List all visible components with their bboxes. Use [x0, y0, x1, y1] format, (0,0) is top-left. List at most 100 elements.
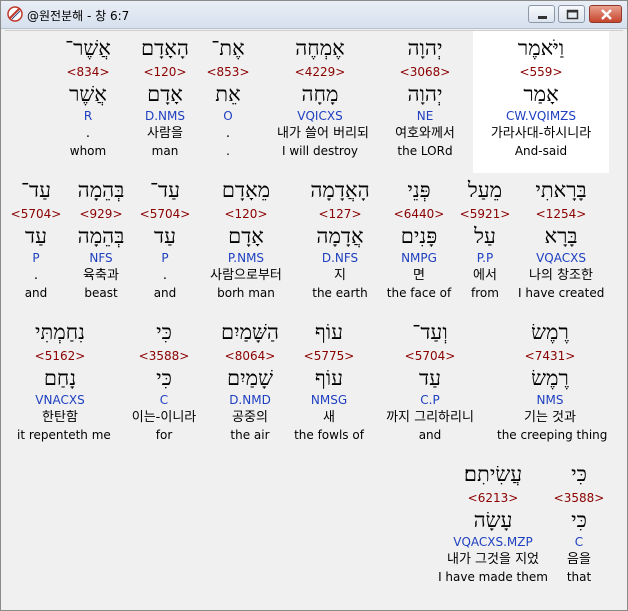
app-window: @원전분해 - 창 6:7 אֲשֶׁר־ <834> אֲשֶׁר R . w… — [0, 0, 628, 611]
parsing-code: C.P — [420, 393, 440, 407]
hebrew-word: וַיֹּאמֶר — [517, 36, 565, 60]
close-button[interactable] — [589, 5, 622, 23]
korean-gloss: 공중의 — [232, 410, 268, 425]
lexical-form: עָשָׂה — [473, 508, 513, 532]
english-gloss: borh man — [217, 286, 275, 300]
word-cell[interactable]: כִּי <3588> כִּי C 음을 that — [549, 459, 609, 585]
parsing-code: D.NFS — [321, 251, 359, 265]
word-cell-selected[interactable]: וַיֹּאמֶר <559> אָמַר CW.VQIMZS 가라사대-하시니… — [473, 31, 609, 173]
korean-gloss: 나의 창조한 — [529, 268, 593, 283]
parsing-code: D.NMD — [229, 393, 271, 407]
word-cell[interactable]: אֶת־ <853> אֵת O . . — [185, 33, 271, 159]
word-cell[interactable]: עוֹף <5775> עוֹף NMSG 새 the fowls of — [286, 317, 372, 443]
parsing-code: P — [161, 251, 169, 265]
lexical-form: אֲשֶׁר — [69, 82, 107, 106]
parsing-code: NMSG — [310, 393, 348, 407]
parsing-code: O — [223, 109, 233, 123]
parsing-code: R — [83, 109, 93, 123]
hebrew-word: מֵאָדָם — [221, 178, 271, 202]
english-gloss: I will destroy — [281, 144, 359, 158]
hebrew-word: אֶמְחֶה — [295, 36, 345, 60]
close-icon — [601, 9, 612, 20]
word-cell[interactable]: מֵאָדָם <120> אָדָם P.NMS 사람으로부터 borh ma… — [203, 175, 289, 301]
english-gloss: the earth — [312, 286, 368, 300]
strong-number: <5162> — [34, 349, 86, 363]
word-cell[interactable]: רֶמֶשׂ <7431> רֶמֶשׂ NMS 기는 것과 the creep… — [497, 317, 608, 443]
lexical-form: עַד — [419, 366, 441, 390]
lexical-form: נָחַם — [43, 366, 77, 390]
strong-number: <3588> — [553, 491, 605, 505]
word-cell[interactable]: אֶמְחֶה <4229> מָחָה VQICXS 내가 쓸어 버리되 I … — [277, 33, 369, 159]
word-cell[interactable]: בָּרָאתִי <1254> בָּרָא VQACXS 나의 창조한 I … — [518, 175, 604, 301]
word-cell[interactable]: כִּי <3588> כִּי C 이는-이니라 for — [121, 317, 207, 443]
minimize-icon — [538, 16, 547, 19]
korean-gloss: 내가 쓸어 버리되 — [277, 126, 369, 141]
english-gloss: for — [155, 428, 173, 442]
word-cell[interactable]: מֵעַל <5921> עַל P.P 에서 from — [442, 175, 528, 301]
parsing-code: NE — [416, 109, 434, 123]
word-cell[interactable]: עֲשִׂיתִם׃ <6213> עָשָׂה VQACXS.MZP 내가 그… — [435, 459, 551, 585]
maximize-button[interactable] — [558, 5, 585, 23]
korean-gloss: . — [85, 126, 91, 141]
lexical-form: עַל — [474, 224, 496, 248]
title-bar[interactable]: @원전분해 - 창 6:7 — [1, 1, 627, 29]
word-cell[interactable]: אֲשֶׁר־ <834> אֲשֶׁר R . whom — [45, 33, 131, 159]
lexical-form: אֲדָמָה — [316, 224, 364, 248]
korean-gloss: 에서 — [473, 268, 497, 283]
parsing-code: P.P — [476, 251, 494, 265]
strong-number: <834> — [66, 65, 110, 79]
word-cell[interactable]: הָאֲדָמָה <127> אֲדָמָה D.NFS 지 the eart… — [297, 175, 383, 301]
word-cell[interactable]: יְהוָה <3068> יְהוָה NE 여호와께서 the LORd — [382, 33, 468, 159]
hebrew-word: כִּי — [571, 462, 587, 486]
strong-number: <8064> — [224, 349, 276, 363]
word-cell[interactable]: נִחַמְתִּי <5162> נָחַם VNACXS 한탄함 it re… — [17, 317, 111, 443]
hebrew-word: הָאֲדָמָה — [310, 178, 370, 202]
english-gloss: the creeping thing — [497, 428, 608, 442]
hebrew-word: כִּי — [156, 320, 172, 344]
strong-number: <7431> — [524, 349, 576, 363]
word-cell[interactable]: הַשָּׁמַיִם <8064> שָׁמַיִם D.NMD 공중의 th… — [207, 317, 293, 443]
english-gloss: the air — [230, 428, 270, 442]
parsing-code: VNACXS — [35, 393, 85, 407]
korean-gloss: 새 — [323, 410, 335, 425]
hebrew-word: עֲשִׂיתִם׃ — [463, 462, 523, 486]
hebrew-word: עוֹף — [314, 320, 344, 344]
korean-gloss: 기는 것과 — [524, 410, 576, 425]
lexical-form: אֵת — [215, 82, 241, 106]
parsing-code: VQACXS.MZP — [453, 535, 533, 549]
word-cell[interactable]: וְעַד־ <5704> עַד C.P 까지 그리하리니 and — [373, 317, 487, 443]
lexical-form: עוֹף — [314, 366, 344, 390]
word-cell[interactable]: עַד־ <5704> עַד P . and — [122, 175, 208, 301]
english-gloss: from — [471, 286, 499, 300]
hebrew-word: נִחַמְתִּי — [34, 320, 86, 344]
parsing-code: C — [159, 393, 169, 407]
english-gloss: and — [418, 428, 442, 442]
hebrew-word: בָּרָאתִי — [535, 178, 587, 202]
hebrew-word: אֲשֶׁר־ — [65, 36, 111, 60]
korean-gloss: 사람으로부터 — [210, 268, 282, 283]
parsing-panel: אֲשֶׁר־ <834> אֲשֶׁר R . whom הָאָדָם <1… — [5, 30, 623, 607]
korean-gloss: 음을 — [567, 552, 591, 567]
hebrew-word: יְהוָה — [407, 36, 443, 60]
strong-number: <5704> — [404, 349, 456, 363]
maximize-icon — [566, 9, 579, 20]
lexical-form: אָמַר — [523, 82, 559, 106]
parsing-code: VQACXS — [536, 251, 586, 265]
lexical-form: כִּי — [156, 366, 172, 390]
strong-number: <3068> — [399, 65, 451, 79]
lexical-form: מָחָה — [301, 82, 339, 106]
lexical-form: רֶמֶשׂ — [531, 366, 569, 390]
english-gloss: it repenteth me — [17, 428, 111, 442]
english-gloss: I have created — [518, 286, 605, 300]
parsing-code: P.NMS — [227, 251, 265, 265]
hebrew-word: הַשָּׁמַיִם — [220, 320, 279, 344]
lexical-form: בָּרָא — [544, 224, 578, 248]
minimize-button[interactable] — [528, 5, 555, 23]
english-gloss: whom — [69, 144, 107, 158]
hebrew-word: וְעַד־ — [412, 320, 448, 344]
korean-gloss: 내가 그것을 지었 — [447, 552, 539, 567]
lexical-form: יְהוָה — [407, 82, 443, 106]
hebrew-word: רֶמֶשׂ — [531, 320, 569, 344]
strong-number: <127> — [318, 207, 362, 221]
korean-gloss: . — [162, 268, 168, 283]
